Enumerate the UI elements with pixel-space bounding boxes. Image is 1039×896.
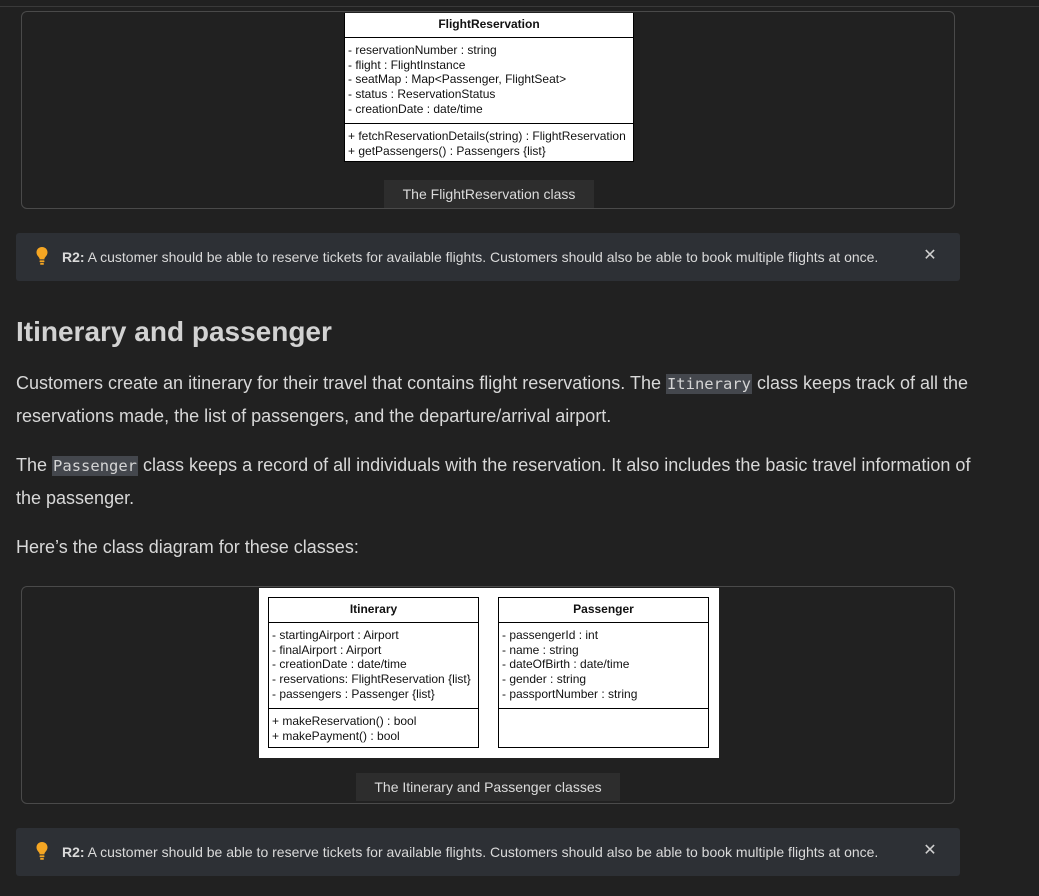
note-label: R2: [62, 249, 85, 265]
figure-caption: The FlightReservation class [384, 180, 594, 208]
uml-methods [499, 708, 708, 718]
uml-attributes: - startingAirport : Airport - finalAirpo… [269, 623, 478, 708]
inline-code: Passenger [52, 456, 139, 476]
uml-attribute: - reservations: FlightReservation {list} [272, 672, 471, 687]
uml-attribute: - reservationNumber : string [348, 43, 497, 57]
note-body: A customer should be able to reserve tic… [84, 249, 879, 265]
uml-class-flightreservation: FlightReservation - reservationNumber : … [344, 13, 634, 162]
lightbulb-icon [36, 247, 48, 265]
uml-attribute: - startingAirport : Airport [272, 628, 399, 642]
uml-attribute: - passengers : Passenger {list} [272, 686, 435, 701]
lightbulb-icon [36, 842, 48, 860]
uml-attribute: - flight : FlightInstance [348, 57, 466, 72]
uml-diagram: Itinerary - startingAirport : Airport - … [259, 588, 719, 758]
paragraph-text: class keeps a record of all individuals … [16, 455, 971, 508]
uml-method: + getPassengers() : Passengers {list} [348, 143, 546, 158]
section-heading: Itinerary and passenger [16, 316, 332, 347]
uml-attribute: - passportNumber : string [502, 686, 638, 701]
paragraph: Customers create an itinerary for their … [16, 367, 976, 432]
uml-attribute: - creationDate : date/time [348, 101, 483, 116]
figure-flightreservation: FlightReservation - reservationNumber : … [21, 11, 955, 209]
paragraph: Here’s the class diagram for these class… [16, 537, 359, 557]
uml-attribute: - dateOfBirth : date/time [502, 657, 630, 672]
figure-caption: The Itinerary and Passenger classes [356, 773, 620, 801]
uml-attribute: - status : ReservationStatus [348, 87, 496, 102]
uml-attribute: - creationDate : date/time [272, 657, 407, 672]
requirement-note: R2: A customer should be able to reserve… [16, 233, 960, 281]
close-icon[interactable]: ✕ [918, 244, 942, 268]
uml-method: + fetchReservationDetails(string) : Flig… [348, 129, 626, 143]
note-text: R2: A customer should be able to reserve… [62, 233, 878, 281]
uml-diagram: FlightReservation - reservationNumber : … [344, 13, 634, 162]
uml-attribute: - finalAirport : Airport [272, 642, 382, 657]
uml-method: + makeReservation() : bool [272, 714, 417, 728]
uml-class-itinerary: Itinerary - startingAirport : Airport - … [268, 597, 479, 748]
note-body: A customer should be able to reserve tic… [84, 844, 879, 860]
top-divider [0, 6, 1039, 7]
close-icon[interactable]: ✕ [918, 839, 942, 863]
uml-method: + makePayment() : bool [272, 728, 400, 743]
note-label: R2: [62, 844, 85, 860]
uml-class-name: Passenger [499, 598, 708, 623]
uml-class-name: FlightReservation [345, 13, 633, 38]
uml-methods: + makeReservation() : bool + makePayment… [269, 708, 478, 747]
requirement-note: R2: A customer should be able to reserve… [16, 828, 960, 876]
uml-class-passenger: Passenger - passengerId : int - name : s… [498, 597, 709, 748]
note-text: R2: A customer should be able to reserve… [62, 828, 878, 876]
uml-attributes: - reservationNumber : string - flight : … [345, 38, 633, 123]
uml-attribute: - passengerId : int [502, 628, 599, 642]
paragraph: The Passenger class keeps a record of al… [16, 449, 976, 514]
inline-code: Itinerary [665, 374, 752, 394]
uml-attribute: - gender : string [502, 672, 587, 687]
uml-attributes: - passengerId : int - name : string - da… [499, 623, 708, 708]
paragraph-text: Customers create an itinerary for their … [16, 373, 666, 393]
uml-methods: + fetchReservationDetails(string) : Flig… [345, 123, 633, 162]
uml-attribute: - name : string [502, 642, 579, 657]
uml-attribute: - seatMap : Map<Passenger, FlightSeat> [348, 72, 567, 87]
figure-itinerary-passenger: Itinerary - startingAirport : Airport - … [21, 586, 955, 804]
paragraph-text: The [16, 455, 53, 475]
uml-class-name: Itinerary [269, 598, 478, 623]
